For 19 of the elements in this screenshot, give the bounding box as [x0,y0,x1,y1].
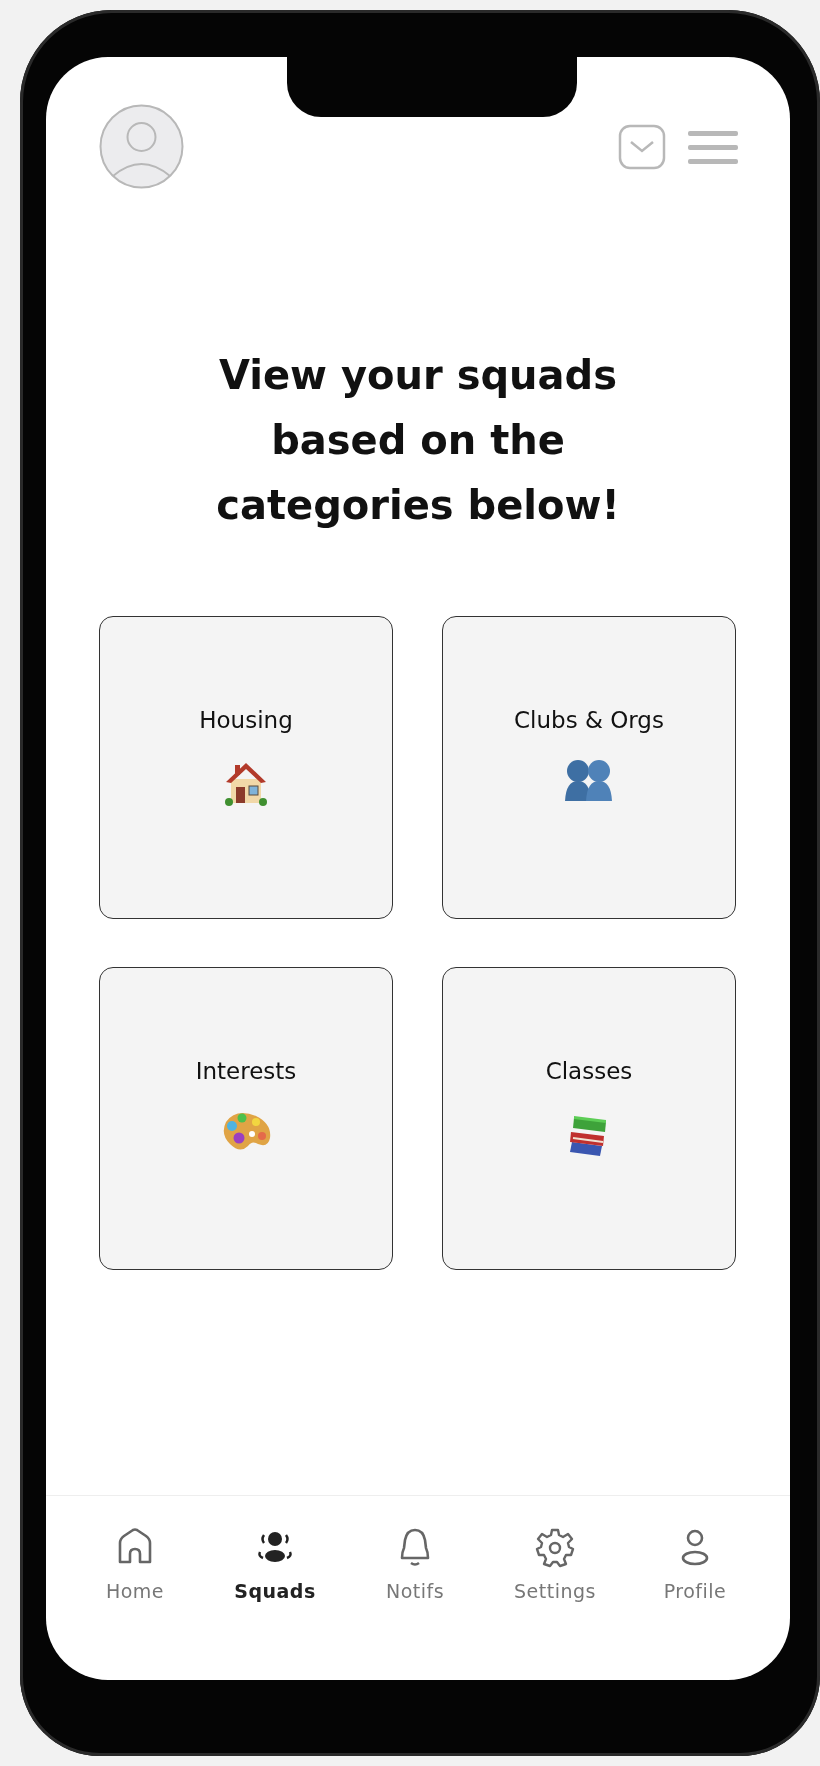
settings-icon [534,1526,576,1568]
category-card[interactable]: Housing [99,616,393,919]
menu-icon[interactable] [688,128,738,165]
nav-tab[interactable]: Home [65,1526,205,1616]
category-label: Clubs & Orgs [514,707,664,733]
category-label: Interests [195,1058,297,1084]
category-label: Housing [199,707,293,733]
two-people-icon [563,757,615,803]
category-card[interactable]: Interests [99,967,393,1270]
category-card[interactable]: Classes [442,967,736,1270]
nav-tab[interactable]: Squads [205,1526,345,1616]
nav-tab[interactable]: Profile [625,1526,765,1616]
mail-icon[interactable] [618,123,666,170]
category-label: Classes [545,1058,633,1084]
avatar-icon[interactable] [99,104,184,189]
nav-tab[interactable]: Settings [485,1526,625,1616]
page-heading: View your squads based on the categories below! [215,351,621,530]
nav-tab[interactable]: Notifs [345,1526,485,1616]
category-card[interactable]: Clubs & Orgs [442,616,736,919]
